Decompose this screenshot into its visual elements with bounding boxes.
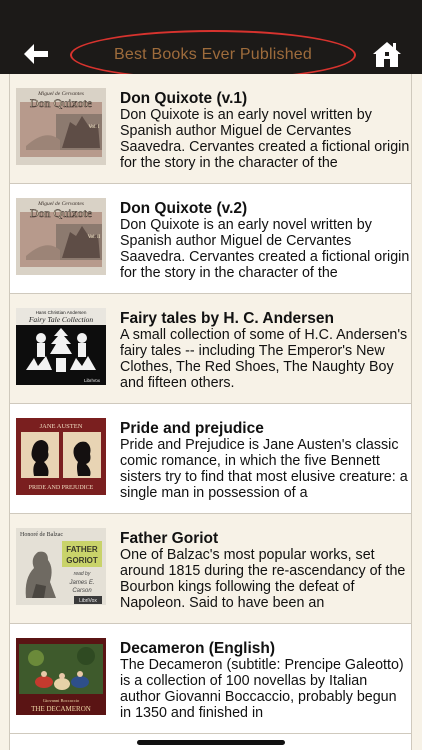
book-cover: Honoré de Balzac FATHER GORIOT read by J…: [16, 528, 106, 605]
book-description: A small collection of some of H.C. Ander…: [120, 327, 408, 391]
cover-title-text: Don Quixote: [30, 96, 92, 110]
cover-author-text: JANE AUSTEN: [40, 423, 83, 430]
cover-title-line2: GORIOT: [66, 556, 98, 565]
page-title: Best Books Ever Published: [114, 46, 312, 63]
cover-title-text: Don Quixote: [30, 206, 92, 220]
cover-reader-line2: James E.: [68, 580, 94, 586]
cover-badge-text: LibriVox: [79, 598, 97, 604]
fairy-tale-cover-image: Hans Christian Andersen Fairy Tale Colle…: [16, 308, 106, 385]
home-button[interactable]: [372, 40, 402, 68]
cover-title-text: PRIDE AND PREJUDICE: [29, 485, 94, 491]
book-description: Pride and Prejudice is Jane Austen's cla…: [120, 437, 408, 501]
book-cover: Hans Christian Andersen Fairy Tale Colle…: [16, 308, 106, 385]
book-row-don-quixote-v2[interactable]: Miguel de Cervantes Don Quixote Vol. II …: [10, 184, 411, 294]
cover-author-text: Honoré de Balzac: [20, 532, 63, 538]
book-title: Father Goriot: [120, 530, 219, 547]
cover-author-text: Giovanni Boccaccio: [43, 698, 80, 703]
cover-volume-text: Vol. II: [88, 235, 101, 240]
book-cover: Miguel de Cervantes Don Quixote Vol. I: [16, 88, 106, 165]
home-indicator[interactable]: [137, 740, 285, 745]
cover-badge-text: LibriVox: [84, 378, 101, 383]
book-row-father-goriot[interactable]: Honoré de Balzac FATHER GORIOT read by J…: [10, 514, 411, 624]
book-description: Don Quixote is an early novel written by…: [120, 217, 410, 281]
cover-reader-line1: read by: [74, 571, 91, 577]
top-bar: Best Books Ever Published: [0, 0, 422, 80]
book-cover: JANE AUSTEN PRIDE AND PREJUDICE: [16, 418, 106, 495]
father-goriot-cover-image: Honoré de Balzac FATHER GORIOT read by J…: [16, 528, 106, 605]
book-title: Pride and prejudice: [120, 420, 264, 437]
book-description: Don Quixote is an early novel written by…: [120, 107, 410, 171]
book-row-don-quixote-v1[interactable]: Miguel de Cervantes Don Quixote Vol. I D…: [10, 74, 411, 184]
arrow-left-icon: [24, 44, 48, 64]
book-title: Don Quixote (v.2): [120, 200, 248, 217]
book-cover: Miguel de Cervantes Don Quixote Vol. II: [16, 198, 106, 275]
cover-title-text: Fairy Tale Collection: [28, 315, 94, 324]
book-row-decameron[interactable]: Giovanni Boccaccio THE DECAMERON Decamer…: [10, 624, 411, 734]
don-quixote-cover-image: Miguel de Cervantes Don Quixote Vol. II: [16, 198, 106, 275]
book-list: Miguel de Cervantes Don Quixote Vol. I D…: [9, 74, 412, 750]
book-description: The Decameron (subtitle: Prencipe Galeot…: [120, 657, 404, 721]
book-title: Fairy tales by H. C. Andersen: [120, 310, 334, 327]
home-icon: [373, 42, 401, 67]
book-row-fairy-tales[interactable]: Hans Christian Andersen Fairy Tale Colle…: [10, 294, 411, 404]
pride-prejudice-cover-image: JANE AUSTEN PRIDE AND PREJUDICE: [16, 418, 106, 495]
book-row-pride-and-prejudice[interactable]: JANE AUSTEN PRIDE AND PREJUDICE Pride an…: [10, 404, 411, 514]
cover-volume-text: Vol. I: [88, 125, 99, 130]
cover-title-line1: FATHER: [66, 545, 98, 554]
book-title: Don Quixote (v.1): [120, 90, 248, 107]
don-quixote-cover-image: Miguel de Cervantes Don Quixote Vol. I: [16, 88, 106, 165]
back-button[interactable]: [22, 42, 50, 66]
cover-title-text: THE DECAMERON: [31, 705, 91, 713]
book-title: Decameron (English): [120, 640, 276, 657]
book-description: One of Balzac's most popular works, set …: [120, 547, 406, 611]
book-cover: Giovanni Boccaccio THE DECAMERON: [16, 638, 106, 715]
decameron-cover-image: Giovanni Boccaccio THE DECAMERON: [16, 638, 106, 715]
cover-reader-line3: Carson: [72, 588, 92, 594]
